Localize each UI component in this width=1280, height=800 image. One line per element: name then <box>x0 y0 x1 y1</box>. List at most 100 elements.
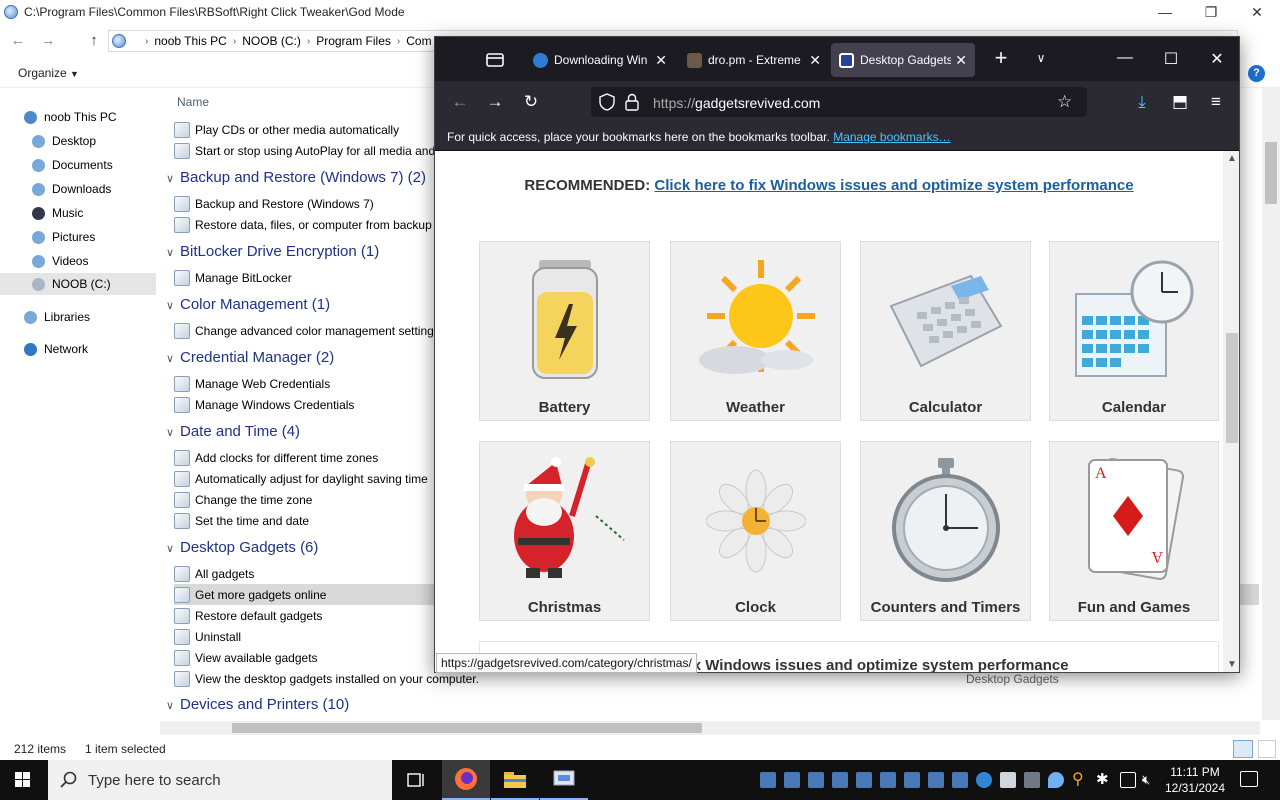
list-tabs-icon[interactable]: ∨ <box>1029 51 1053 73</box>
group-header[interactable]: ∨ Desktop Gadgets (6) <box>166 539 318 556</box>
breadcrumb-common[interactable]: Com <box>406 34 431 48</box>
tray-app-icon[interactable] <box>1000 772 1016 788</box>
nav-item-drive[interactable]: NOOB (C:) <box>0 273 156 295</box>
tray-app-icon[interactable] <box>904 772 920 788</box>
url-bar[interactable]: https://gadgetsrevived.com ☆ <box>591 87 1087 117</box>
gadget-tile-christmas[interactable]: Christmas <box>479 441 650 621</box>
restore-button[interactable]: ❐ <box>1188 0 1234 24</box>
help-icon[interactable]: ? <box>1248 65 1265 82</box>
tray-app-icon[interactable] <box>784 772 800 788</box>
horizontal-scrollbar[interactable] <box>160 721 1260 735</box>
breadcrumb-separator-icon[interactable]: › <box>397 36 400 47</box>
organize-menu[interactable]: Organize ▼ <box>18 66 79 80</box>
taskbar-file-explorer[interactable] <box>491 760 539 800</box>
lock-icon[interactable] <box>625 93 639 111</box>
taskbar-control-panel[interactable] <box>540 760 588 800</box>
downloads-icon[interactable]: ⤓ <box>1131 91 1153 113</box>
tab-downloading[interactable]: Downloading Win ✕ <box>525 43 675 77</box>
close-tab-icon[interactable]: ✕ <box>955 52 967 69</box>
scrollbar-thumb[interactable] <box>1226 333 1238 443</box>
nav-item-network[interactable]: Network <box>24 338 154 360</box>
minimize-button[interactable]: — <box>1142 0 1188 24</box>
back-icon[interactable]: ← <box>8 32 28 50</box>
breadcrumb-separator-icon[interactable]: › <box>233 36 236 47</box>
close-tab-icon[interactable]: ✕ <box>809 52 821 69</box>
back-icon[interactable]: ← <box>449 91 471 113</box>
breadcrumb-drive[interactable]: NOOB (C:) <box>242 34 301 48</box>
extensions-icon[interactable]: ⬒ <box>1169 91 1191 113</box>
group-header[interactable]: ∨ Devices and Printers (10) <box>166 696 349 713</box>
group-header[interactable]: ∨ Date and Time (4) <box>166 423 300 440</box>
scrollbar-thumb[interactable] <box>1265 142 1277 204</box>
volume-muted-icon[interactable]: 🔇︎ <box>1142 772 1158 788</box>
up-icon[interactable]: ↑ <box>84 32 104 50</box>
breadcrumb-program-files[interactable]: Program Files <box>316 34 391 48</box>
tray-app-icon[interactable] <box>832 772 848 788</box>
task-view-icon[interactable] <box>392 760 440 800</box>
gadget-tile-calculator[interactable]: Calculator <box>860 241 1031 421</box>
tray-app-icon[interactable] <box>1024 772 1040 788</box>
tray-app-icon[interactable] <box>928 772 944 788</box>
close-window-icon[interactable]: ✕ <box>1205 49 1229 71</box>
minimize-icon[interactable]: — <box>1113 49 1137 71</box>
tray-app-icon[interactable] <box>976 772 992 788</box>
network-icon[interactable] <box>1120 772 1136 788</box>
breadcrumb-this-pc[interactable]: noob This PC <box>154 34 227 48</box>
tray-app-icon[interactable] <box>880 772 896 788</box>
group-header[interactable]: ∨ Backup and Restore (Windows 7) (2) <box>166 169 426 186</box>
group-header[interactable]: ∨ BitLocker Drive Encryption (1) <box>166 243 379 260</box>
gadget-tile-weather[interactable]: Weather <box>670 241 841 421</box>
taskbar-clock[interactable]: 11:11 PM 12/31/2024 <box>1160 764 1230 796</box>
notifications-icon[interactable] <box>1240 771 1258 787</box>
scroll-up-icon[interactable]: ▲ <box>1227 153 1237 164</box>
nav-item-music[interactable]: Music <box>32 202 154 224</box>
breadcrumb-separator-icon[interactable]: › <box>307 36 310 47</box>
close-tab-icon[interactable]: ✕ <box>655 52 667 69</box>
nav-item-desktop[interactable]: Desktop <box>32 130 154 152</box>
taskbar-search[interactable]: Type here to search <box>48 760 392 800</box>
tray-app-icon[interactable] <box>952 772 968 788</box>
menu-icon[interactable]: ≡ <box>1205 91 1227 113</box>
firefox-view-icon[interactable] <box>483 49 507 71</box>
gadget-tile-calendar[interactable]: Calendar <box>1049 241 1219 421</box>
start-button[interactable] <box>0 760 46 800</box>
group-header[interactable]: ∨ Color Management (1) <box>166 296 330 313</box>
page-scrollbar[interactable]: ▲ ▼ <box>1223 151 1239 672</box>
breadcrumb-separator-icon[interactable]: › <box>145 36 148 47</box>
gadget-tile-counters-timers[interactable]: Counters and Timers <box>860 441 1031 621</box>
manage-bookmarks-link[interactable]: Manage bookmarks… <box>833 130 950 144</box>
column-header-name[interactable]: Name <box>177 95 209 109</box>
maximize-icon[interactable]: ☐ <box>1159 49 1183 71</box>
nav-item-pictures[interactable]: Pictures <box>32 226 154 248</box>
taskbar-firefox[interactable] <box>442 760 490 800</box>
forward-icon[interactable]: → <box>484 91 506 113</box>
gadget-tile-battery[interactable]: Battery <box>479 241 650 421</box>
gadget-tile-fun-games[interactable]: A A Fun and Games <box>1049 441 1219 621</box>
recommended-link[interactable]: Click here to fix Windows issues and opt… <box>654 177 1133 194</box>
nav-item-videos[interactable]: Videos <box>32 250 154 272</box>
new-tab-icon[interactable]: + <box>989 45 1013 70</box>
large-icons-view-icon[interactable] <box>1258 740 1276 758</box>
tab-desktop-gadgets[interactable]: Desktop Gadgets ✕ <box>831 43 975 77</box>
group-header[interactable]: ∨ Credential Manager (2) <box>166 349 334 366</box>
close-button[interactable]: ✕ <box>1234 0 1280 24</box>
tray-app-icon[interactable] <box>760 772 776 788</box>
vertical-scrollbar[interactable] <box>1262 88 1280 720</box>
gadget-tile-clock[interactable]: Clock <box>670 441 841 621</box>
nav-item-this-pc[interactable]: noob This PC <box>24 106 154 128</box>
search-tray-icon[interactable]: ⚲ <box>1072 772 1088 788</box>
forward-icon[interactable]: → <box>38 32 58 50</box>
tab-dro-pm[interactable]: dro.pm - Extreme ✕ <box>679 43 829 77</box>
tray-app-icon[interactable] <box>856 772 872 788</box>
details-view-icon[interactable] <box>1233 740 1253 758</box>
bookmark-star-icon[interactable]: ☆ <box>1057 92 1072 112</box>
url-text[interactable]: https://gadgetsrevived.com <box>653 95 820 111</box>
scroll-down-icon[interactable]: ▼ <box>1227 659 1237 670</box>
reload-icon[interactable]: ↻ <box>520 91 542 113</box>
shield-icon[interactable] <box>599 93 615 111</box>
nav-item-libraries[interactable]: Libraries <box>24 306 154 328</box>
sparkle-icon[interactable]: ✱ <box>1096 772 1112 788</box>
scrollbar-thumb[interactable] <box>232 723 702 733</box>
nav-item-downloads[interactable]: Downloads <box>32 178 154 200</box>
tray-app-icon[interactable] <box>808 772 824 788</box>
